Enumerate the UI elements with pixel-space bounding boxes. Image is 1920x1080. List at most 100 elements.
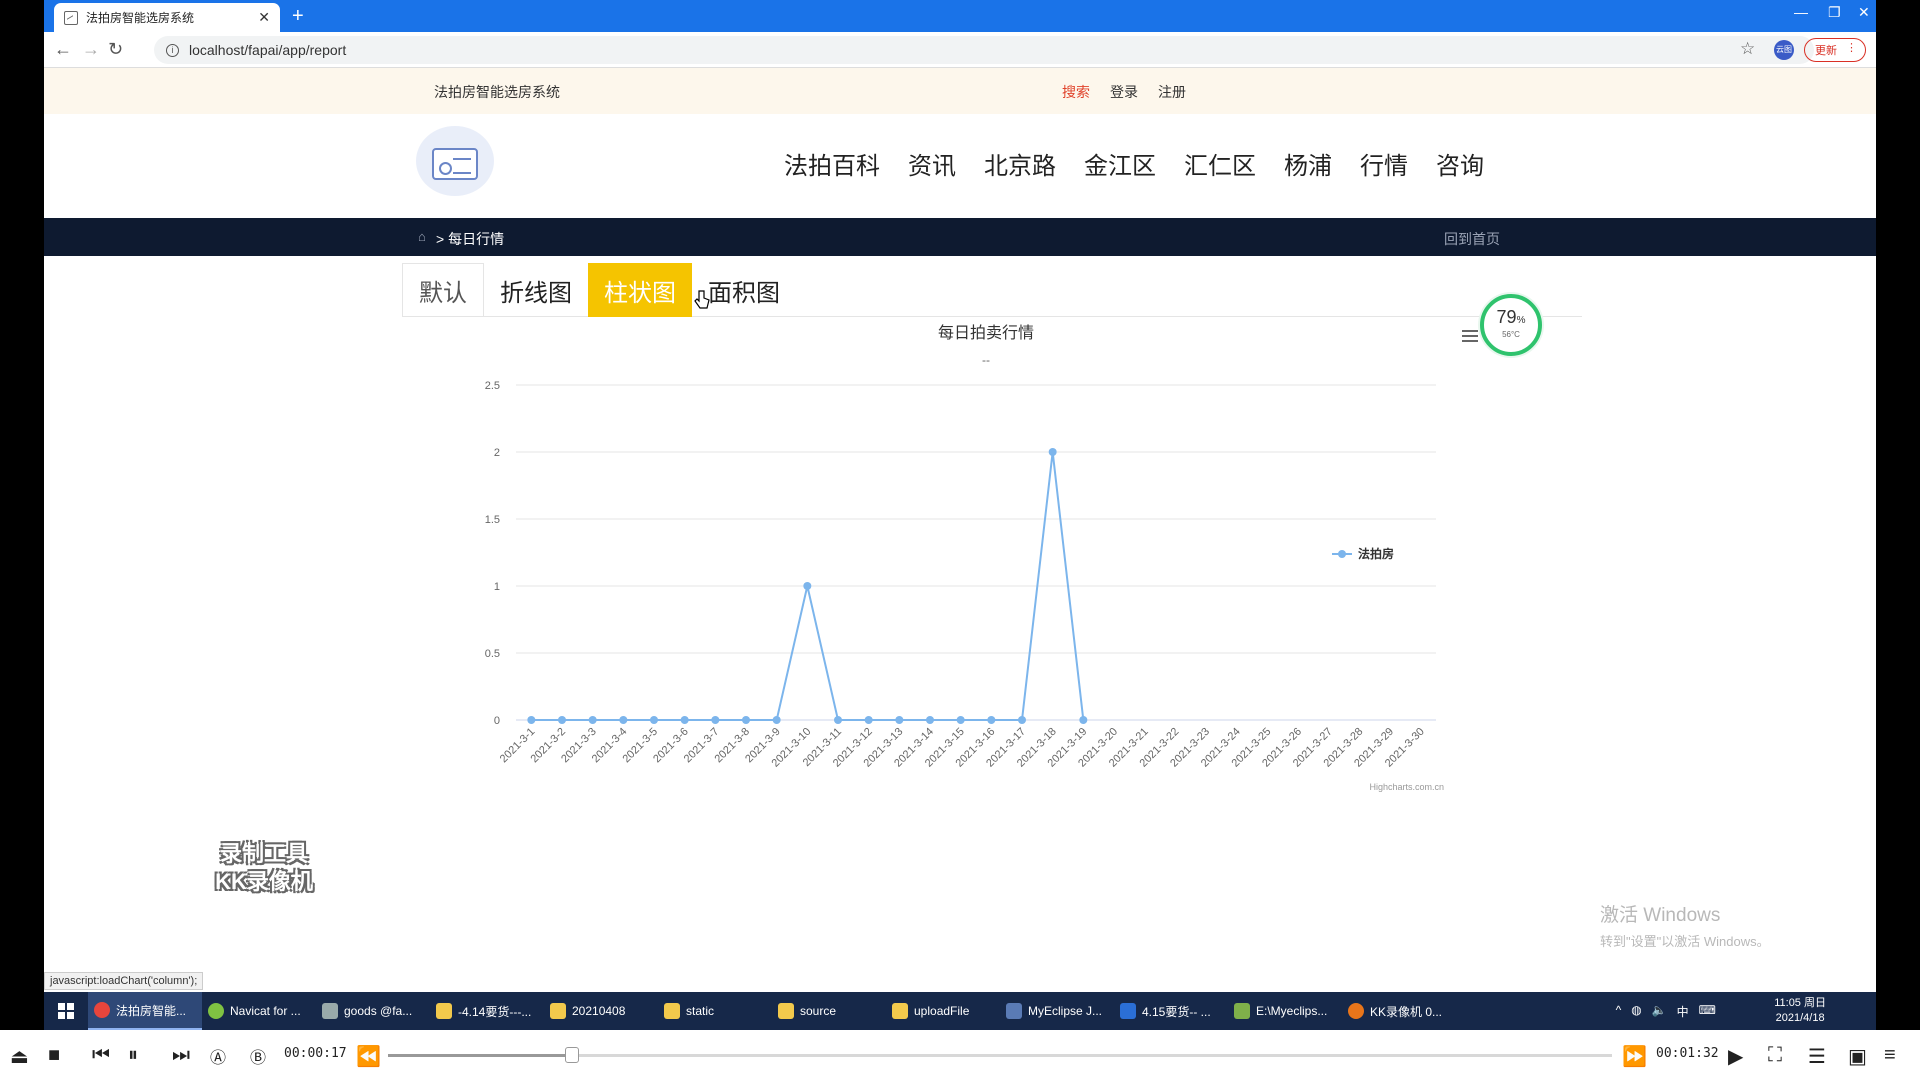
data-point — [1048, 448, 1057, 456]
play-icon[interactable]: ▶ — [1728, 1044, 1743, 1069]
tab-line[interactable]: 折线图 — [484, 263, 588, 317]
chevron-up-icon[interactable]: ^ — [1616, 1003, 1622, 1020]
ime-indicator[interactable]: 中 — [1677, 1003, 1689, 1020]
nav-item[interactable]: 汇仁区 — [1184, 146, 1256, 181]
next-icon[interactable]: ⏭ — [172, 1044, 190, 1067]
taskbar-item[interactable]: goods @fa... — [316, 992, 430, 1030]
seek-handle[interactable] — [564, 1047, 579, 1063]
minimize-icon[interactable]: — — [1794, 4, 1808, 20]
tab-column[interactable]: 柱状图 — [588, 263, 692, 317]
taskbar-label: KK录像机 0... — [1370, 1004, 1443, 1019]
forward-icon[interactable]: → — [82, 39, 100, 60]
taskbar-item[interactable]: 法拍房智能... — [88, 992, 202, 1030]
kk-recorder-icon — [1348, 1003, 1364, 1019]
chart-credits: Highcharts.com.cn — [1369, 782, 1444, 792]
seek-progress — [388, 1054, 572, 1057]
elapsed-time: 00:00:17 — [284, 1046, 347, 1061]
y-tick-label: 1 — [494, 581, 500, 593]
bookmark-star-icon[interactable]: ☆ — [1740, 39, 1755, 59]
profile-avatar[interactable]: 云图 — [1774, 40, 1794, 60]
register-link[interactable]: 注册 — [1158, 82, 1186, 102]
settings-icon[interactable]: ☰ — [1808, 1044, 1826, 1069]
data-point — [711, 716, 720, 724]
taskbar-item[interactable]: static — [658, 992, 772, 1030]
taskbar-label: static — [686, 1004, 715, 1018]
pause-icon[interactable]: ⏸ — [128, 1044, 138, 1067]
close-icon[interactable]: ✕ — [258, 9, 270, 26]
taskbar-label: source — [800, 1004, 837, 1018]
activate-title: 激活 Windows — [1600, 905, 1721, 926]
video-player-bar: ⏏ ■ ⏮ ⏸ ⏭ Ⓐ Ⓑ 00:00:17 ⏪ ⏩ 00:01:32 ▶ ⛶ … — [0, 1030, 1920, 1080]
back-icon[interactable]: ← — [54, 39, 72, 60]
loop-a-icon[interactable]: Ⓐ — [210, 1044, 226, 1068]
playlist-icon[interactable]: ≡ — [1884, 1044, 1896, 1067]
stop-icon[interactable]: ■ — [48, 1044, 60, 1067]
kk-recorder-watermark: 录制工具 KK录像机 — [198, 840, 330, 900]
loop-b-icon[interactable]: Ⓑ — [250, 1044, 266, 1068]
folder-icon — [664, 1003, 680, 1019]
nav-item[interactable]: 行情 — [1360, 146, 1408, 181]
window-close-icon[interactable]: ✕ — [1858, 4, 1870, 21]
network-icon[interactable]: ◍ — [1631, 1003, 1641, 1020]
tab-default[interactable]: 默认 — [402, 263, 484, 317]
watermark-line: KK录像机 — [215, 869, 313, 894]
url-input[interactable]: i localhost/fapai/app/report — [154, 36, 1814, 64]
data-point — [772, 716, 781, 724]
search-link[interactable]: 搜索 — [1062, 82, 1090, 102]
data-point — [956, 716, 965, 724]
browser-tab[interactable]: 法拍房智能选房系统 ✕ — [54, 3, 280, 32]
nav-item[interactable]: 法拍百科 — [784, 146, 880, 181]
data-point — [742, 716, 750, 724]
nav-item[interactable]: 资讯 — [908, 146, 956, 181]
seek-bar[interactable] — [388, 1047, 1612, 1063]
screenshot-icon[interactable]: ▣ — [1848, 1044, 1867, 1069]
login-link[interactable]: 登录 — [1110, 82, 1138, 102]
fullscreen-icon[interactable]: ⛶ — [1768, 1044, 1782, 1067]
update-button[interactable]: 更新 ⋮ — [1804, 38, 1866, 62]
nav-item[interactable]: 金江区 — [1084, 146, 1156, 181]
previous-icon[interactable]: ⏮ — [92, 1044, 110, 1067]
activate-subtitle: 转到"设置"以激活 Windows。 — [1600, 934, 1770, 949]
home-icon[interactable]: ⌂ — [418, 229, 426, 244]
clock-time: 11:05 周日 — [1774, 997, 1826, 1009]
nav-item[interactable]: 杨浦 — [1284, 146, 1332, 181]
taskbar-item[interactable]: 20210408 — [544, 992, 658, 1030]
chart-menu-icon[interactable] — [1462, 330, 1478, 342]
new-tab-icon[interactable]: + — [292, 5, 304, 28]
update-label: 更新 — [1815, 45, 1837, 57]
windows-start-icon[interactable] — [44, 992, 88, 1030]
y-tick-label: 0 — [494, 715, 500, 727]
taskbar-item[interactable]: MyEclipse J... — [1000, 992, 1114, 1030]
site-header: 法拍百科 资讯 北京路 金江区 汇仁区 杨浦 行情 咨询 — [44, 114, 1876, 218]
clock-date: 2021/4/18 — [1775, 1012, 1825, 1024]
editor-icon — [1234, 1003, 1250, 1019]
taskbar-item[interactable]: 4.15要货-- ... — [1114, 992, 1228, 1030]
taskbar-item[interactable]: Navicat for ... — [202, 992, 316, 1030]
nav-item[interactable]: 北京路 — [984, 146, 1056, 181]
data-point — [527, 716, 536, 724]
chart-type-tabs: 默认 折线图 柱状图 面积图 — [402, 263, 1582, 317]
data-point — [558, 716, 566, 724]
back-home-link[interactable]: 回到首页 — [1444, 229, 1500, 249]
restore-icon[interactable]: ❐ — [1828, 4, 1841, 21]
total-time: 00:01:32 — [1656, 1046, 1719, 1061]
reload-icon[interactable]: ↻ — [108, 39, 123, 60]
more-menu-icon[interactable]: ⋮ — [1846, 41, 1857, 54]
cpu-gauge: 79% 56°C — [1480, 294, 1542, 356]
eject-icon[interactable]: ⏏ — [10, 1044, 29, 1069]
fast-forward-icon[interactable]: ⏩ — [1622, 1044, 1647, 1069]
taskbar-clock[interactable]: 11:05 周日 2021/4/18 — [1774, 996, 1826, 1026]
rewind-icon[interactable]: ⏪ — [356, 1044, 381, 1069]
taskbar-item[interactable]: source — [772, 992, 886, 1030]
hand-cursor-icon — [694, 290, 710, 309]
taskbar-item[interactable]: E:\Myeclips... — [1228, 992, 1342, 1030]
taskbar-label: Navicat for ... — [230, 1004, 301, 1018]
keyboard-icon[interactable]: ⌨ — [1699, 1003, 1716, 1020]
info-icon[interactable]: i — [166, 43, 179, 57]
taskbar-item[interactable]: -4.14要货---... — [430, 992, 544, 1030]
volume-icon[interactable]: 🔈 — [1652, 1003, 1667, 1020]
nav-item[interactable]: 咨询 — [1436, 146, 1484, 181]
taskbar-item[interactable]: KK录像机 0... — [1342, 992, 1456, 1030]
taskbar-item[interactable]: uploadFile — [886, 992, 1000, 1030]
site-logo[interactable] — [416, 126, 494, 196]
